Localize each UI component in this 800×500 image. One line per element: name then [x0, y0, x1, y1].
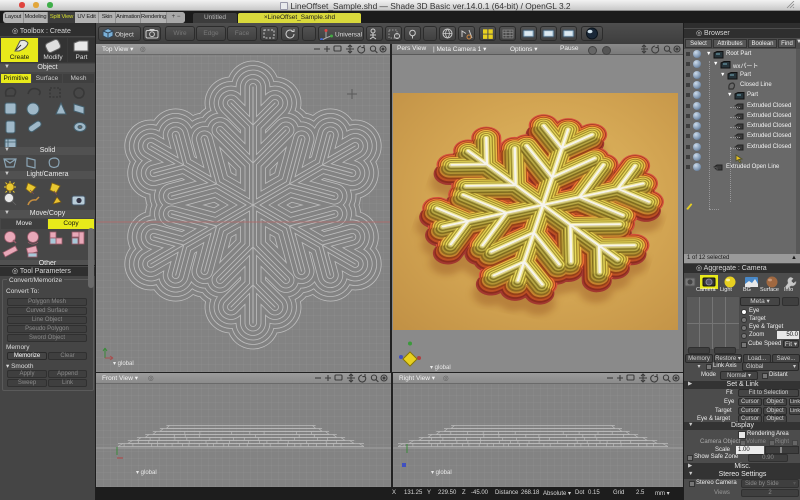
svg-text:Object: Object — [115, 32, 134, 39]
svg-text:Universal: Universal — [335, 32, 363, 39]
